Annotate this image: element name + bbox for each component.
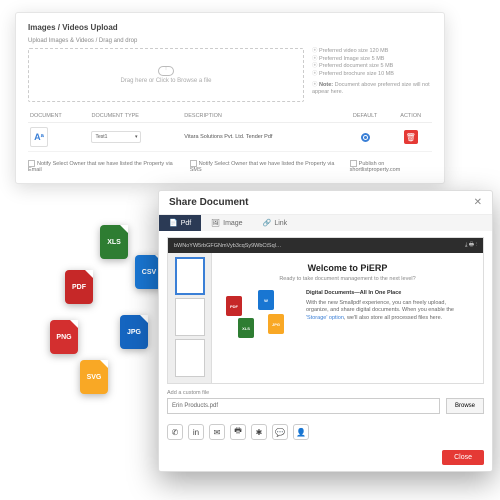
- mini-doc-icon: W: [258, 290, 274, 310]
- dialog-title: Share Document: [169, 197, 248, 208]
- tab-bar: 📄 Pdf 🖼 Image 🔗 Link: [159, 215, 492, 231]
- chevron-down-icon: ▾: [135, 134, 138, 140]
- dropzone-text: Drag here or Click to Browse a file: [120, 78, 211, 84]
- mini-jpg-icon: JPG: [268, 314, 284, 334]
- th-document: DOCUMENT: [28, 110, 89, 123]
- tab-image[interactable]: 🖼 Image: [201, 215, 252, 231]
- xls-icon: XLS: [100, 225, 128, 259]
- doc-text-block: Digital Documents—All In One Place With …: [306, 290, 469, 323]
- browse-button[interactable]: Browse: [446, 398, 484, 414]
- check-publish[interactable]: Publish on shortlistproperty.com: [350, 160, 432, 173]
- viewer-url: bWNoYW5rbGFGNmVyb3cqSy9WbCtSql…: [174, 243, 281, 249]
- delete-button[interactable]: 🗑: [404, 130, 418, 144]
- requirements-list: Preferred video size 120 MB Preferred Im…: [312, 48, 432, 102]
- th-type: DOCUMENT TYPE: [89, 110, 182, 123]
- req-item: Preferred document size 5 MB: [312, 63, 432, 71]
- thumbnail-strip: [168, 253, 212, 383]
- slack-icon[interactable]: ✱: [251, 424, 267, 440]
- doc-subhead: Ready to take document management to the…: [279, 276, 415, 282]
- pdf-viewer: bWNoYW5rbGFGNmVyb3cqSy9WbCtSql… ⤓ 🖶 ⋮ We…: [167, 237, 484, 384]
- share-icons-row: ✆ in ✉ 🖶 ✱ 💬 👤: [159, 420, 492, 444]
- req-item: Preferred video size 120 MB: [312, 48, 432, 56]
- print-icon[interactable]: 🖶: [230, 424, 246, 440]
- share-dialog: Share Document ✕ 📄 Pdf 🖼 Image 🔗 Link bW…: [158, 190, 493, 472]
- table-row: Aª Test1▾ Vitara Solutions Pvt. Ltd. Ten…: [28, 123, 432, 152]
- mail-icon[interactable]: ✉: [209, 424, 225, 440]
- th-desc: DESCRIPTION: [182, 110, 340, 123]
- check-sms[interactable]: Notify Select Owner that we have listed …: [190, 160, 340, 173]
- req-item: Preferred brochure size 10 MB: [312, 71, 432, 79]
- linkedin-icon[interactable]: in: [188, 424, 204, 440]
- type-select[interactable]: Test1▾: [91, 131, 141, 143]
- page-thumb[interactable]: [175, 298, 205, 336]
- storage-link[interactable]: 'Storage' option: [306, 315, 344, 321]
- png-icon: PNG: [50, 320, 78, 354]
- notify-checks: Notify Select Owner that we have listed …: [28, 160, 432, 173]
- svg-icon: SVG: [80, 360, 108, 394]
- th-default: DEFAULT: [341, 110, 390, 123]
- default-radio[interactable]: [361, 133, 370, 142]
- documents-table: DOCUMENT DOCUMENT TYPE DESCRIPTION DEFAU…: [28, 110, 432, 152]
- panel-title: Images / Videos Upload: [28, 23, 432, 32]
- block-title: Digital Documents—All In One Place: [306, 290, 469, 298]
- cloud-upload-icon: [158, 66, 174, 76]
- viewer-toolbar: bWNoYW5rbGFGNmVyb3cqSy9WbCtSql… ⤓ 🖶 ⋮: [168, 238, 483, 253]
- whatsapp-icon[interactable]: ✆: [167, 424, 183, 440]
- th-action: ACTION: [389, 110, 432, 123]
- tab-link[interactable]: 🔗 Link: [253, 215, 298, 231]
- desc-cell: Vitara Solutions Pvt. Ltd. Tender Pdf: [182, 123, 340, 152]
- doc-illustration: PDF W XLS JPG: [226, 290, 296, 345]
- file-input[interactable]: Erin Products.pdf: [167, 398, 440, 414]
- pdf-icon: PDF: [65, 270, 93, 304]
- user-icon[interactable]: 👤: [293, 424, 309, 440]
- upload-panel: Images / Videos Upload Upload Images & V…: [15, 12, 445, 184]
- file-label: Add a custom file: [167, 390, 440, 396]
- viewer-actions: ⤓ 🖶 ⋮: [465, 241, 477, 250]
- doc-heading: Welcome to PiERP: [308, 263, 388, 273]
- document-preview: Welcome to PiERP Ready to take document …: [212, 253, 483, 383]
- page-thumb[interactable]: [175, 339, 205, 377]
- check-email[interactable]: Notify Select Owner that we have listed …: [28, 160, 180, 173]
- mini-pdf-icon: PDF: [226, 296, 242, 316]
- jpg-icon: JPG: [120, 315, 148, 349]
- close-button[interactable]: Close: [442, 450, 484, 465]
- document-icon: Aª: [30, 127, 48, 147]
- mini-xls-icon: XLS: [238, 318, 254, 338]
- dropzone[interactable]: Drag here or Click to Browse a file: [28, 48, 304, 102]
- comment-icon[interactable]: 💬: [272, 424, 288, 440]
- page-thumb[interactable]: [175, 257, 205, 295]
- tab-pdf[interactable]: 📄 Pdf: [159, 215, 201, 231]
- close-icon[interactable]: ✕: [474, 197, 482, 208]
- req-note: Note: Document above preferred size will…: [312, 82, 432, 97]
- panel-subtitle: Upload Images & Videos / Drag and drop: [28, 38, 432, 44]
